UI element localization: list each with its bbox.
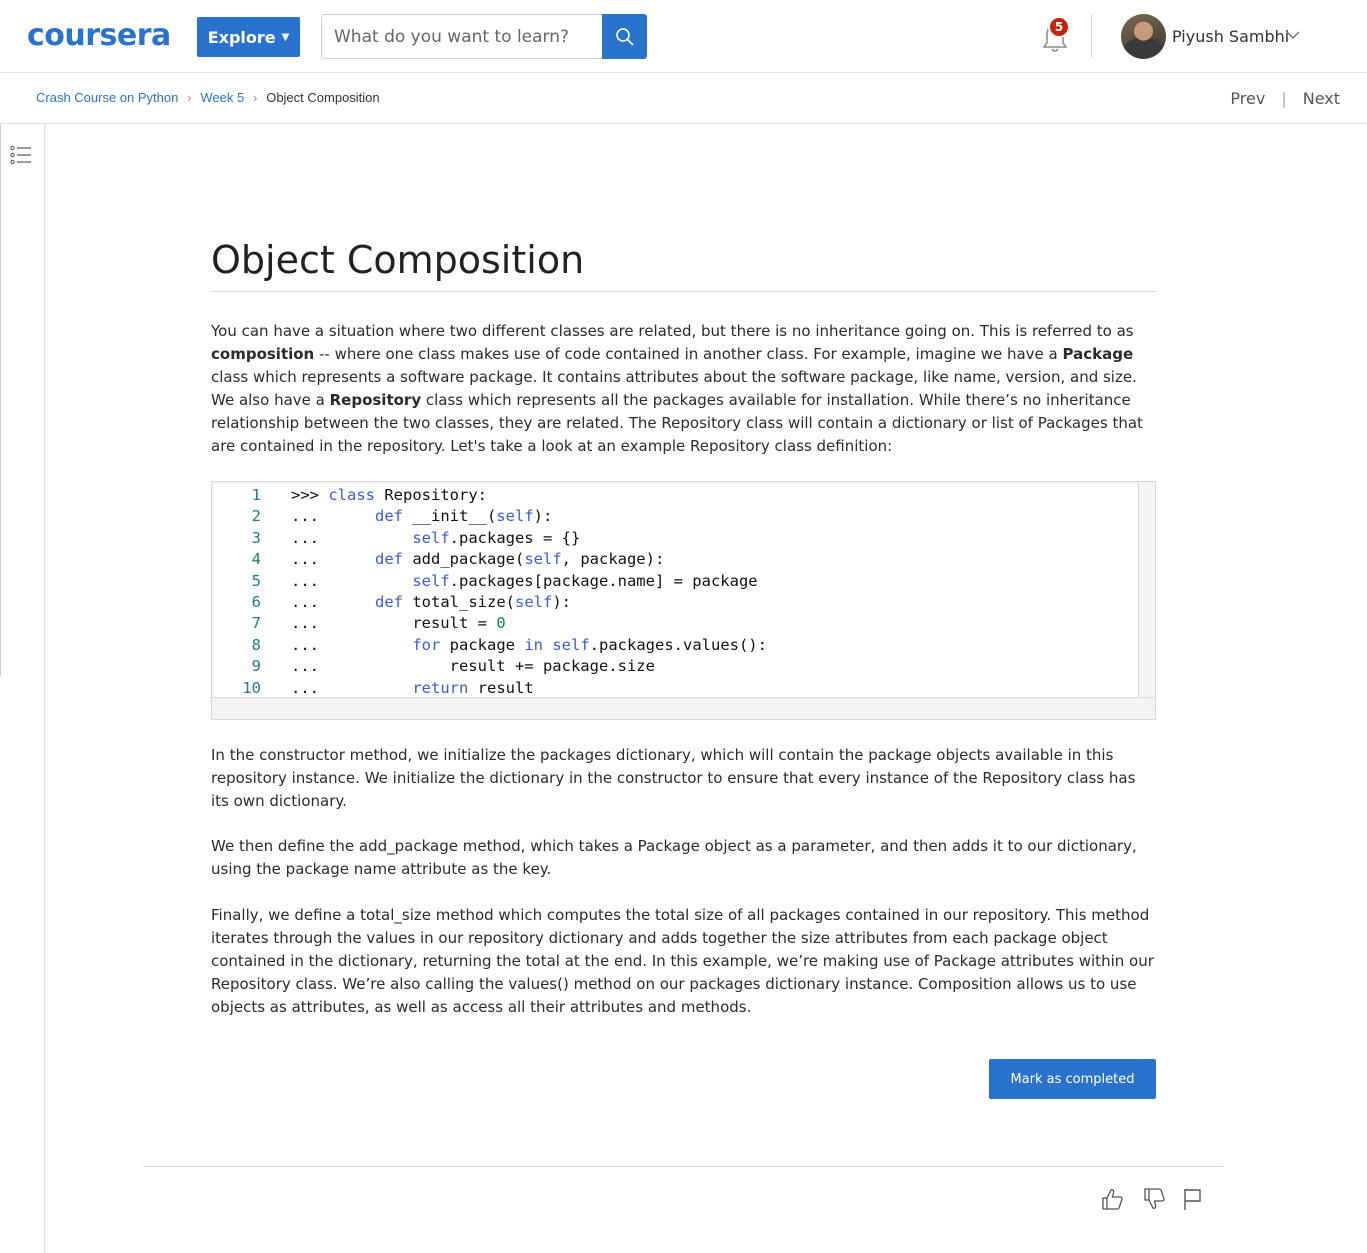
- chevron-down-icon: ▼: [281, 31, 290, 43]
- explore-button[interactable]: Explore ▼: [197, 17, 300, 57]
- intro-bold-term: Package: [1062, 345, 1134, 363]
- line-number: 9: [251, 657, 261, 676]
- chevron-down-icon[interactable]: [1286, 30, 1300, 40]
- nav-divider: |: [1281, 89, 1287, 108]
- code-scrollbar[interactable]: [1138, 482, 1155, 698]
- list-icon[interactable]: [10, 145, 32, 165]
- code-horizontal-scrollbar[interactable]: [212, 697, 1155, 719]
- flag-icon[interactable]: [1180, 1186, 1206, 1212]
- breadcrumb-course[interactable]: Crash Course on Python: [36, 90, 178, 105]
- code-text: ... return result: [291, 678, 534, 697]
- avatar[interactable]: [1121, 14, 1166, 59]
- code-block[interactable]: 1 >>> class Repository: 2 ... def __init__(…: [211, 481, 1156, 720]
- intro-text: -- where one class makes use of code con…: [314, 345, 1063, 363]
- code-text: ... self.packages = {}: [291, 528, 581, 547]
- code-line: 6 ... def total_size(self):: [214, 592, 1134, 613]
- thumbs-down-icon[interactable]: [1141, 1186, 1167, 1212]
- code-line: 5 ... self.packages[package.name] = packa…: [214, 571, 1134, 592]
- line-number: 4: [251, 550, 261, 569]
- code-text: ... def __init__(self):: [291, 507, 553, 526]
- line-number: 10: [242, 678, 261, 697]
- code-text: ... self.packages[package.name] = packag…: [291, 571, 758, 590]
- next-link[interactable]: Next: [1303, 89, 1340, 108]
- line-number: 5: [251, 571, 261, 590]
- header-divider: [1091, 14, 1092, 58]
- code-text: >>> class Repository:: [291, 486, 487, 504]
- code-line: 2 ... def __init__(self):: [214, 506, 1134, 527]
- search-icon: [615, 27, 634, 46]
- intro-text: You can have a situation where two diffe…: [211, 322, 1134, 340]
- breadcrumb: Crash Course on Python › Week 5 › Object…: [36, 90, 380, 105]
- line-number: 3: [251, 528, 261, 547]
- line-number: 7: [251, 614, 261, 633]
- code-text: ... result = 0: [291, 614, 506, 633]
- breadcrumb-bar: Crash Course on Python › Week 5 › Object…: [0, 73, 1367, 124]
- chevron-right-icon: ›: [187, 90, 192, 105]
- user-name[interactable]: Piyush Sambhi: [1172, 27, 1289, 46]
- code-line: 3 ... self.packages = {}: [214, 528, 1134, 549]
- code-text: ... for package in self.packages.values(…: [291, 635, 767, 654]
- sidebar-edge: [0, 124, 1, 676]
- footer-divider: [143, 1166, 1223, 1167]
- prev-next-nav: Prev | Next: [1230, 89, 1340, 108]
- top-navbar: coursera Explore ▼ 5 Piyush Sambhi: [0, 0, 1367, 73]
- intro-paragraph: You can have a situation where two diffe…: [211, 320, 1156, 458]
- line-number: 6: [251, 593, 261, 611]
- sidebar: [0, 124, 45, 1253]
- prev-link[interactable]: Prev: [1230, 89, 1265, 108]
- breadcrumb-current: Object Composition: [266, 90, 380, 105]
- line-number: 2: [251, 507, 261, 526]
- code-line: 7 ... result = 0: [214, 613, 1134, 634]
- code-text: ... def add_package(self, package):: [291, 550, 665, 569]
- coursera-logo[interactable]: coursera: [27, 21, 171, 51]
- code-line: 4 ... def add_package(self, package):: [214, 549, 1134, 570]
- paragraph-total-size: Finally, we define a total_size method w…: [211, 906, 1154, 1016]
- code-text: ... result += package.size: [291, 657, 655, 676]
- paragraph-constructor: In the constructor method, we initialize…: [211, 746, 1136, 810]
- explore-label: Explore: [207, 27, 276, 47]
- search-button[interactable]: [602, 14, 647, 59]
- line-number: 1: [251, 486, 261, 504]
- content-header: Object Composition: [211, 240, 1156, 292]
- breadcrumb-week[interactable]: Week 5: [200, 90, 244, 105]
- code-line: 9 ... result += package.size: [214, 656, 1134, 677]
- code-editor[interactable]: 1 >>> class Repository: 2 ... def __init__(…: [214, 484, 1139, 698]
- chevron-right-icon: ›: [253, 90, 258, 105]
- code-line: 1 >>> class Repository:: [214, 485, 1134, 506]
- paragraph-add-package: We then define the add_package method, w…: [211, 837, 1137, 878]
- line-number: 8: [251, 635, 261, 654]
- code-line: 10 ... return result: [214, 678, 1134, 699]
- page-title: Object Composition: [211, 240, 1156, 292]
- code-line: 8 ... for package in self.packages.values…: [214, 635, 1134, 656]
- search-input[interactable]: [321, 14, 603, 59]
- thumbs-up-icon[interactable]: [1099, 1186, 1125, 1212]
- mark-completed-button[interactable]: Mark as completed: [989, 1059, 1156, 1099]
- intro-bold-term: composition: [211, 345, 315, 363]
- intro-bold-term: Repository: [329, 391, 422, 409]
- notification-badge: 5: [1048, 16, 1070, 38]
- code-text: ... def total_size(self):: [291, 593, 571, 611]
